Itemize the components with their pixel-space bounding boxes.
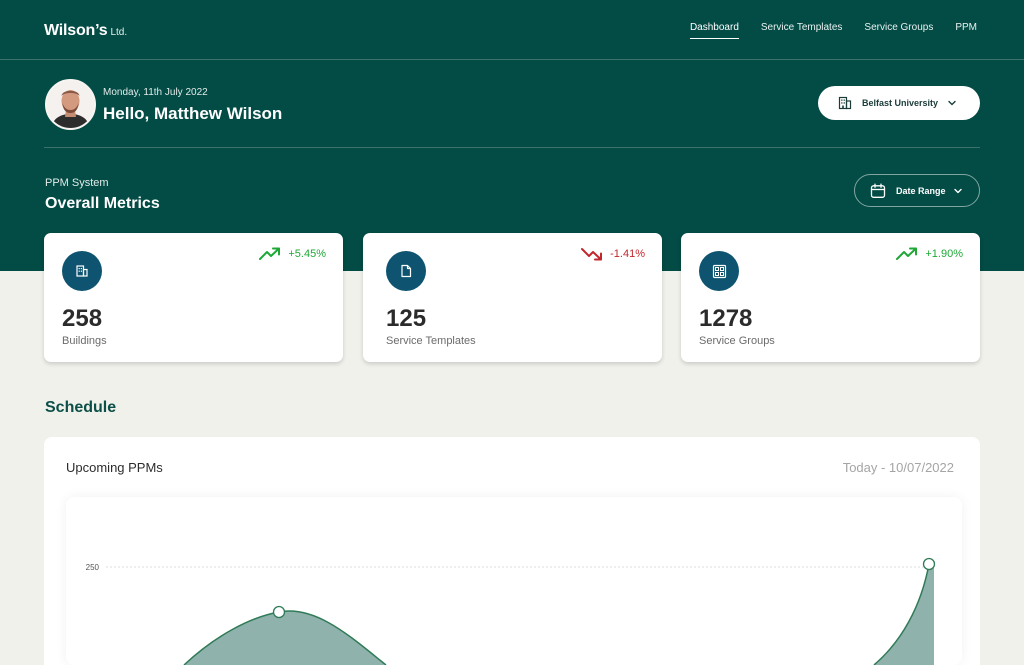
metric-card-service-groups[interactable]: +1.90% 1278 Service Groups: [681, 233, 980, 362]
building-icon: [838, 96, 852, 110]
trend-down-icon: [581, 248, 603, 261]
trend-value: -1.41%: [610, 248, 645, 260]
chevron-down-icon: [953, 188, 962, 193]
metric-label: Service Templates: [386, 335, 476, 347]
greeting-text: Hello, Matthew Wilson: [103, 104, 283, 123]
logo-suffix: Ltd.: [110, 27, 128, 38]
current-date: Monday, 11th July 2022: [103, 87, 208, 98]
section-title: Overall Metrics: [45, 195, 160, 212]
section-caption: PPM System: [45, 177, 109, 189]
data-point[interactable]: [272, 605, 286, 619]
date-range-button[interactable]: Date Range: [854, 174, 980, 207]
trend-value: +5.45%: [288, 248, 326, 260]
avatar[interactable]: [45, 79, 96, 130]
metric-card-buildings[interactable]: +5.45% 258 Buildings: [44, 233, 343, 362]
ppm-chart: 250: [66, 497, 962, 665]
site-selector-button[interactable]: Belfast University: [818, 86, 980, 120]
ppm-chart-svg: 250: [86, 557, 936, 665]
top-navigation-bar: Wilson’s Ltd. Dashboard Service Template…: [0, 0, 1024, 60]
chevron-down-icon: [948, 100, 956, 106]
metric-value: 125: [386, 305, 427, 332]
nav-service-templates[interactable]: Service Templates: [761, 22, 843, 39]
card-date-label: Today - 10/07/2022: [842, 460, 954, 475]
document-icon: [386, 251, 426, 291]
metric-card-service-templates[interactable]: -1.41% 125 Service Templates: [363, 233, 662, 362]
date-range-label: Date Range: [896, 185, 946, 196]
schedule-heading: Schedule: [45, 399, 117, 416]
metric-trend: -1.41%: [581, 247, 645, 261]
trend-up-icon: [259, 247, 281, 260]
upcoming-ppms-card: Upcoming PPMs Today - 10/07/2022 250: [44, 437, 980, 665]
nav-service-groups[interactable]: Service Groups: [864, 22, 933, 39]
user-greeting: Monday, 11th July 2022 Hello, Matthew Wi…: [45, 79, 282, 130]
metric-label: Service Groups: [699, 335, 775, 347]
data-point[interactable]: [922, 557, 936, 571]
metric-value: 258: [62, 305, 103, 332]
card-title: Upcoming PPMs: [66, 460, 163, 475]
building-icon: [62, 251, 102, 291]
nav-dashboard[interactable]: Dashboard: [689, 22, 739, 39]
calendar-icon: [870, 183, 886, 198]
metric-label: Buildings: [62, 335, 107, 347]
metric-trend: +5.45%: [259, 247, 326, 261]
logo-name: Wilson’s: [44, 22, 108, 39]
y-tick-label: 250: [86, 563, 100, 572]
grid-building-icon: [699, 251, 739, 291]
trend-up-icon: [896, 247, 918, 260]
metric-value: 1278: [699, 305, 753, 332]
main-nav: Dashboard Service Templates Service Grou…: [689, 22, 977, 39]
company-logo[interactable]: Wilson’s Ltd.: [44, 22, 127, 40]
nav-ppm[interactable]: PPM: [955, 22, 977, 39]
trend-value: +1.90%: [925, 248, 963, 260]
site-selector-label: Belfast University: [862, 98, 939, 108]
metric-trend: +1.90%: [896, 247, 963, 261]
header-divider: [44, 147, 980, 148]
area-series: [184, 611, 386, 665]
